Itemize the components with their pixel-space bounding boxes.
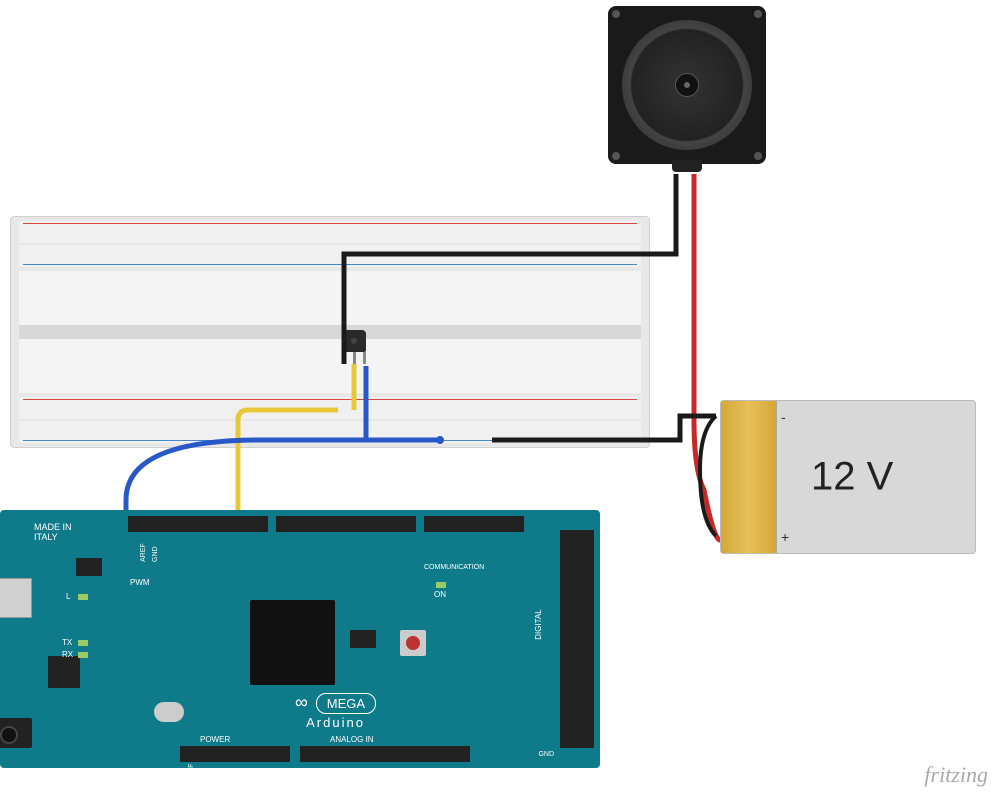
- transistor: [340, 330, 368, 362]
- transistor-body: [342, 330, 366, 352]
- breadboard-rail-bot-pos: [19, 397, 641, 419]
- l-label: L: [66, 592, 70, 601]
- breadboard-main: [19, 271, 641, 393]
- made-in-label: MADE INITALY: [34, 522, 72, 542]
- reset-button[interactable]: [400, 630, 426, 656]
- arduino-logo: ∞ MEGA Arduino: [295, 692, 376, 730]
- pwm-label: PWM: [130, 578, 150, 587]
- pin-label: AREF: [140, 543, 147, 562]
- speaker-screw-icon: [754, 10, 762, 18]
- header-digital-right: [560, 530, 594, 748]
- pin-label: GND: [152, 546, 159, 562]
- usb-port-icon: [0, 578, 32, 618]
- breadboard: [10, 216, 650, 448]
- regulator-icon: [48, 656, 80, 688]
- speaker-terminal-tab: [672, 160, 702, 172]
- speaker-center: [675, 73, 699, 97]
- battery-foil: [721, 401, 777, 553]
- infinity-logo-icon: ∞: [295, 692, 304, 713]
- header-communication: [424, 516, 524, 532]
- comm-label: COMMUNICATION: [424, 564, 484, 571]
- rx-label: RX: [62, 650, 73, 659]
- header-digital-low: [276, 516, 416, 532]
- fritzing-canvas: - + 12 V MADE INITALY TX RX L ON PWM COM…: [0, 0, 998, 794]
- mcu-chip-icon: [250, 600, 335, 685]
- transistor-emitter-leg: [342, 352, 345, 364]
- breadboard-rail-top-neg: [19, 245, 641, 267]
- header-digital-high: [128, 516, 268, 532]
- wire-red-speaker-to-batt: [694, 174, 720, 540]
- digital-label: DIGITAL: [534, 609, 543, 640]
- header-analog: [300, 746, 470, 762]
- tx-led-icon: [78, 640, 88, 646]
- icsp-header-1: [76, 558, 102, 576]
- tx-label: TX: [62, 638, 72, 647]
- speaker: [608, 6, 766, 164]
- battery-voltage-label: 12 V: [811, 455, 893, 500]
- power-label: POWER: [200, 735, 230, 744]
- transistor-collector-leg: [363, 352, 366, 364]
- rx-led-icon: [78, 652, 88, 658]
- battery-terminal-plus: +: [781, 529, 789, 545]
- l-led-icon: [78, 594, 88, 600]
- arduino-mega: MADE INITALY TX RX L ON PWM COMMUNICATIO…: [0, 510, 600, 768]
- on-led-icon: [436, 582, 446, 588]
- breadboard-rail-bot-neg: [19, 421, 641, 443]
- battery-12v: - + 12 V: [720, 400, 976, 554]
- speaker-screw-icon: [754, 152, 762, 160]
- fritzing-watermark: fritzing: [924, 762, 988, 788]
- arduino-brand-text: Arduino: [306, 715, 365, 730]
- speaker-screw-icon: [612, 152, 620, 160]
- on-label: ON: [434, 590, 446, 599]
- breadboard-rail-top-pos: [19, 221, 641, 243]
- header-power: [180, 746, 290, 762]
- gnd-label: GND: [538, 751, 554, 758]
- pin-label: IOREF: [188, 764, 195, 785]
- icsp-header-2: [350, 630, 376, 648]
- analog-label: ANALOG IN: [330, 735, 374, 744]
- crystal-icon: [154, 702, 184, 722]
- barrel-jack-icon: [0, 718, 32, 748]
- speaker-screw-icon: [612, 10, 620, 18]
- speaker-cone: [622, 20, 752, 150]
- mega-badge: MEGA: [316, 693, 376, 714]
- transistor-base-leg: [353, 352, 356, 364]
- battery-terminal-minus: -: [781, 409, 786, 425]
